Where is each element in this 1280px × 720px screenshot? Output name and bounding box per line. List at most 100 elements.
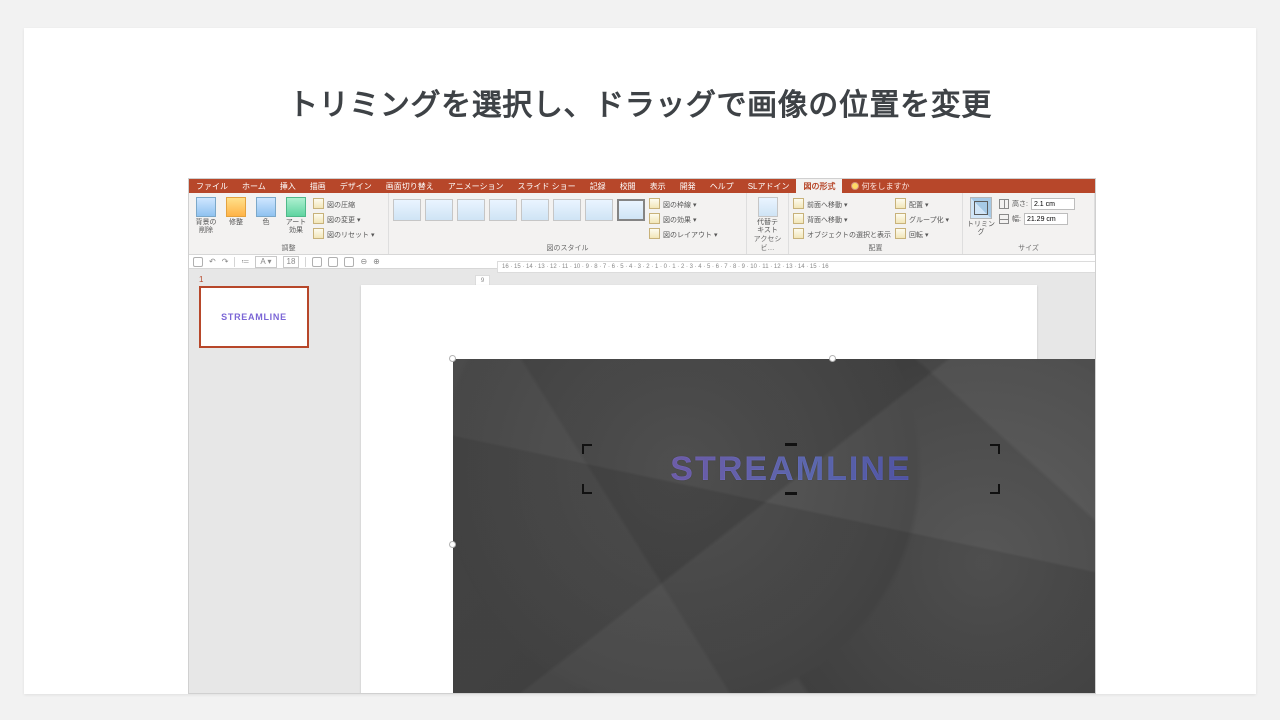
rotate-button[interactable]: 回転 ▾	[895, 228, 949, 241]
horizontal-ruler: 16 · 15 · 14 · 13 · 12 · 11 · 10 · 9 · 8…	[497, 261, 1096, 273]
tab-sladdin[interactable]: SLアドイン	[741, 179, 797, 193]
powerpoint-window: ファイル ホーム 挿入 描画 デザイン 画面切り替え アニメーション スライド …	[188, 178, 1096, 694]
style-swatch-selected[interactable]	[617, 199, 645, 221]
color-label: 色	[263, 219, 270, 227]
crop-label: トリミング	[967, 221, 995, 237]
save-icon[interactable]	[193, 257, 203, 267]
bring-front-button[interactable]: 前面へ移動 ▾	[793, 198, 891, 211]
thumb-number: 1	[199, 275, 319, 284]
thumb-1[interactable]: 1 STREAMLINE	[199, 275, 319, 348]
font-size-box[interactable]: 18	[283, 256, 300, 268]
color-icon	[256, 197, 276, 217]
style-swatch[interactable]	[457, 199, 485, 221]
group-picture-styles: 図の枠線 ▾ 図の効果 ▾ 図のレイアウト ▾ 図のスタイル	[389, 193, 747, 254]
tab-help[interactable]: ヘルプ	[703, 179, 741, 193]
tab-animations[interactable]: アニメーション	[441, 179, 511, 193]
height-icon	[999, 199, 1009, 209]
style-swatch[interactable]	[425, 199, 453, 221]
zoom-in-icon[interactable]: ⊕	[373, 257, 380, 266]
selection-pane-button[interactable]: オブジェクトの選択と表示	[793, 228, 891, 241]
redo-icon[interactable]: ↷	[222, 257, 229, 266]
undo-icon[interactable]: ↶	[209, 257, 216, 266]
resize-handle[interactable]	[449, 355, 456, 362]
change-picture-button[interactable]: 図の変更 ▾	[313, 213, 374, 226]
slide-title-text: STREAMLINE	[583, 445, 999, 493]
group-arrange: 前面へ移動 ▾ 背面へ移動 ▾ オブジェクトの選択と表示 配置 ▾ グループ化 …	[789, 193, 963, 254]
paste-icon[interactable]	[312, 257, 322, 267]
remove-bg-button[interactable]: 背景の 削除	[193, 195, 219, 235]
group-adjust: 背景の 削除 修整 色 アート効果 図の圧縮	[189, 193, 389, 254]
style-swatch[interactable]	[489, 199, 517, 221]
compress-button[interactable]: 図の圧縮	[313, 198, 374, 211]
picture-layout-button[interactable]: 図のレイアウト ▾	[649, 228, 717, 241]
tab-design[interactable]: デザイン	[333, 179, 379, 193]
group-size-label: サイズ	[963, 244, 1094, 254]
corrections-icon	[226, 197, 246, 217]
group-styles-label: 図のスタイル	[389, 244, 746, 254]
group-size: トリミング 高さ: 幅:	[963, 193, 1095, 254]
width-input[interactable]	[1024, 213, 1068, 225]
height-input[interactable]	[1031, 198, 1075, 210]
tab-review[interactable]: 校閲	[613, 179, 643, 193]
adjust-cmdlist: 図の圧縮 図の変更 ▾ 図のリセット ▾	[313, 195, 374, 241]
style-swatch[interactable]	[553, 199, 581, 221]
style-swatch[interactable]	[521, 199, 549, 221]
tab-home[interactable]: ホーム	[235, 179, 273, 193]
corrections-button[interactable]: 修整	[223, 195, 249, 227]
resize-handle[interactable]	[829, 355, 836, 362]
artistic-button[interactable]: アート効果	[283, 195, 309, 235]
align-button[interactable]: 配置 ▾	[895, 198, 949, 211]
picture-effects-button[interactable]: 図の効果 ▾	[649, 213, 717, 226]
tab-picture-format[interactable]: 図の形式	[796, 179, 842, 193]
tab-transitions[interactable]: 画面切り替え	[379, 179, 441, 193]
inserted-image[interactable]: STREAMLINE	[453, 359, 1096, 694]
artistic-icon	[286, 197, 306, 217]
ribbon-tabs: ファイル ホーム 挿入 描画 デザイン 画面切り替え アニメーション スライド …	[189, 179, 1095, 193]
alt-text-label: 代替テ キスト	[757, 219, 778, 235]
bulb-icon	[852, 183, 858, 189]
tab-developer[interactable]: 開発	[673, 179, 703, 193]
zoom-out-icon[interactable]: ⊖	[360, 257, 367, 266]
slide-canvas-zone: 16 · 15 · 14 · 13 · 12 · 11 · 10 · 9 · 8…	[329, 269, 1095, 693]
crop-area[interactable]: STREAMLINE	[583, 445, 999, 493]
picture-border-button[interactable]: 図の枠線 ▾	[649, 198, 717, 211]
style-swatch[interactable]	[393, 199, 421, 221]
thumb-preview: STREAMLINE	[199, 286, 309, 348]
resize-handle[interactable]	[449, 541, 456, 548]
crop-icon	[970, 197, 992, 219]
tab-draw[interactable]: 描画	[303, 179, 333, 193]
tab-insert[interactable]: 挿入	[273, 179, 303, 193]
thumb-text: STREAMLINE	[221, 312, 287, 322]
crop-button[interactable]: トリミング	[967, 195, 995, 237]
tab-file[interactable]: ファイル	[189, 179, 235, 193]
alt-text-button[interactable]: 代替テ キスト	[751, 195, 784, 235]
group-arrange-label: 配置	[789, 244, 962, 254]
tab-view[interactable]: 表示	[643, 179, 673, 193]
slide[interactable]: STREAMLINE	[361, 285, 1037, 694]
artistic-label: アート効果	[283, 219, 309, 235]
ribbon: 背景の 削除 修整 色 アート効果 図の圧縮	[189, 193, 1095, 255]
font-box[interactable]: A ▾	[255, 256, 276, 268]
cut-icon[interactable]	[328, 257, 338, 267]
tab-record[interactable]: 記録	[583, 179, 613, 193]
bullets-icon[interactable]: ≔	[241, 257, 249, 266]
slide-thumbnails: 1 STREAMLINE	[189, 269, 329, 693]
style-gallery[interactable]	[393, 195, 645, 221]
group-button[interactable]: グループ化 ▾	[895, 213, 949, 226]
tell-me-search[interactable]: 何をしますか	[852, 179, 909, 193]
tab-slideshow[interactable]: スライド ショー	[510, 179, 582, 193]
size-fields: 高さ: 幅:	[999, 195, 1075, 225]
style-swatch[interactable]	[585, 199, 613, 221]
group-adjust-label: 調整	[189, 244, 388, 254]
send-back-button[interactable]: 背面へ移動 ▾	[793, 213, 891, 226]
remove-bg-icon	[196, 197, 216, 217]
width-label: 幅:	[1012, 214, 1021, 224]
width-icon	[999, 214, 1009, 224]
color-button[interactable]: 色	[253, 195, 279, 227]
tutorial-card: トリミングを選択し、ドラッグで画像の位置を変更 ファイル ホーム 挿入 描画 デ…	[24, 28, 1256, 694]
alt-text-icon	[758, 197, 778, 217]
align-icon[interactable]	[344, 257, 354, 267]
reset-picture-button[interactable]: 図のリセット ▾	[313, 228, 374, 241]
group-accessibility: 代替テ キスト アクセシビ…	[747, 193, 789, 254]
tell-me-label: 何をしますか	[861, 181, 909, 192]
